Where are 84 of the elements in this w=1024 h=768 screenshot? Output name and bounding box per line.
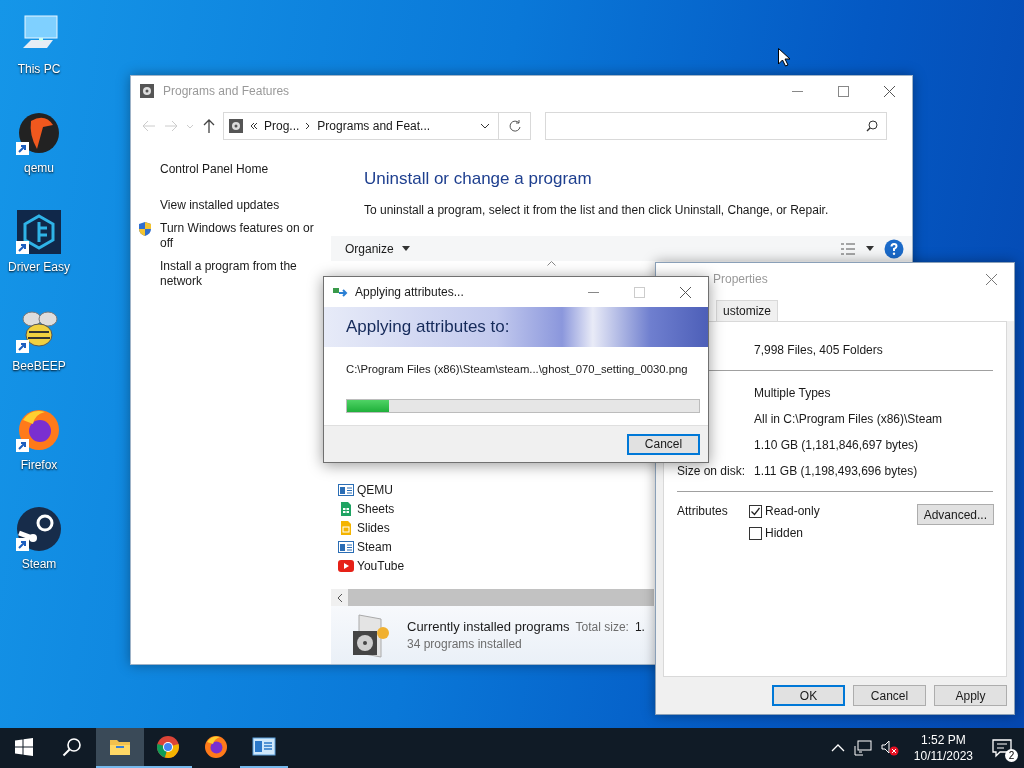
dialog-button[interactable]: Cancel <box>853 685 926 706</box>
close-icon[interactable] <box>883 85 895 97</box>
search-icon <box>866 120 878 132</box>
window-title: Properties <box>713 272 768 286</box>
window-title: Applying attributes... <box>355 285 464 299</box>
status-title: Currently installed programs <box>407 619 570 634</box>
property-value: 7,998 Files, 405 Folders <box>754 343 884 358</box>
property-value: Multiple Types <box>754 386 832 401</box>
window-icon <box>338 538 354 555</box>
dropdown-icon[interactable] <box>866 246 874 251</box>
program-count: 34 programs installed <box>407 637 523 651</box>
address-bar[interactable]: Prog... Programs and Feat... <box>223 112 499 140</box>
maximize-icon[interactable] <box>837 85 849 97</box>
control-panel-icon <box>228 118 244 134</box>
sort-icon <box>547 261 556 266</box>
checkbox-label[interactable]: Hidden <box>765 526 804 540</box>
program-name[interactable]: Steam <box>357 539 392 554</box>
firefox-icon <box>204 735 228 759</box>
notification-count: 2 <box>1005 749 1018 762</box>
refresh-button[interactable] <box>499 112 531 140</box>
breadcrumb[interactable]: Programs and Feat... <box>317 119 431 133</box>
clock-date[interactable]: 10/11/2023 <box>913 748 973 764</box>
dialog-heading: Applying attributes to: <box>346 317 510 337</box>
property-value: 1.11 GB (1,198,493,696 bytes) <box>754 464 919 479</box>
checkbox[interactable] <box>749 504 762 518</box>
page-description: To uninstall a program, select it from the list and then click Uninstall, Change, or Repair. <box>364 203 830 218</box>
dialog-button[interactable]: OK <box>772 685 845 706</box>
sidebar-link[interactable]: Turn Windows features on or off <box>160 221 322 251</box>
control-panel-icon <box>139 83 155 99</box>
volume-muted-icon[interactable] <box>880 740 899 756</box>
property-label: Size on disk: <box>677 464 747 479</box>
search-field[interactable] <box>545 112 887 140</box>
program-name[interactable]: QEMU <box>357 482 393 497</box>
sidebar-link[interactable]: Install a program from the network <box>160 259 322 289</box>
drivereasy-icon[interactable] <box>15 208 63 256</box>
checkbox-label[interactable]: Read-only <box>765 504 820 518</box>
property-label: Attributes <box>677 504 729 520</box>
clock-time[interactable]: 1:52 PM <box>921 732 966 748</box>
taskbar-app[interactable] <box>96 728 144 768</box>
checkbox[interactable] <box>749 526 762 540</box>
steam-icon[interactable] <box>15 505 63 553</box>
cancel-button[interactable]: Cancel <box>627 433 700 455</box>
control-panel-icon <box>252 735 276 759</box>
total-size-label: Total size: <box>575 620 629 634</box>
scrollbar[interactable] <box>331 589 654 606</box>
dialog-button[interactable]: Apply <box>934 685 1007 706</box>
sidebar-link[interactable]: View installed updates <box>160 198 280 213</box>
program-name[interactable]: Sheets <box>357 501 395 516</box>
scroll-left-icon[interactable] <box>336 593 343 602</box>
close-icon[interactable] <box>985 273 997 285</box>
window-icon <box>338 481 354 498</box>
refresh-icon[interactable] <box>507 119 522 133</box>
chrome-icon <box>156 735 180 759</box>
organize-button[interactable]: Organize <box>345 241 410 256</box>
breadcrumb[interactable]: Prog... <box>264 119 300 133</box>
property-value: 1.10 GB (1,181,846,697 bytes) <box>754 438 920 453</box>
overflow-icon[interactable] <box>250 122 258 130</box>
close-icon[interactable] <box>679 286 691 298</box>
program-name[interactable]: Slides <box>357 520 390 535</box>
youtube-icon <box>338 557 354 574</box>
search-icon[interactable] <box>62 737 82 757</box>
sheets-icon <box>338 500 354 517</box>
program-name[interactable]: YouTube <box>357 558 405 573</box>
page-heading: Uninstall or change a program <box>364 168 593 190</box>
property-value: All in C:\Program Files (x86)\Steam <box>754 412 944 427</box>
advanced-button[interactable]: Advanced... <box>916 504 994 525</box>
sidebar-link[interactable]: Control Panel Home <box>160 162 269 177</box>
window-title: Programs and Features <box>163 84 290 98</box>
separator-icon <box>305 122 312 130</box>
file-path: C:\Program Files (x86)\Steam\steam...\ghost_070_setting_0030.png <box>346 363 689 375</box>
cursor-icon <box>778 48 790 67</box>
attributes-icon <box>333 286 349 298</box>
up-icon[interactable] <box>201 118 217 134</box>
network-icon[interactable] <box>853 740 872 756</box>
caret-icon[interactable] <box>401 246 410 251</box>
help-icon[interactable] <box>884 238 904 259</box>
chevron-up-icon[interactable] <box>830 744 845 752</box>
windows-icon[interactable] <box>15 738 33 756</box>
slides-icon <box>338 519 354 536</box>
shield-icon <box>137 221 153 237</box>
total-size-value: 1. <box>634 620 645 634</box>
notification-button[interactable]: 2 <box>988 734 1016 762</box>
dropdown-icon[interactable] <box>480 123 490 129</box>
tab[interactable]: ustomize <box>716 300 779 321</box>
